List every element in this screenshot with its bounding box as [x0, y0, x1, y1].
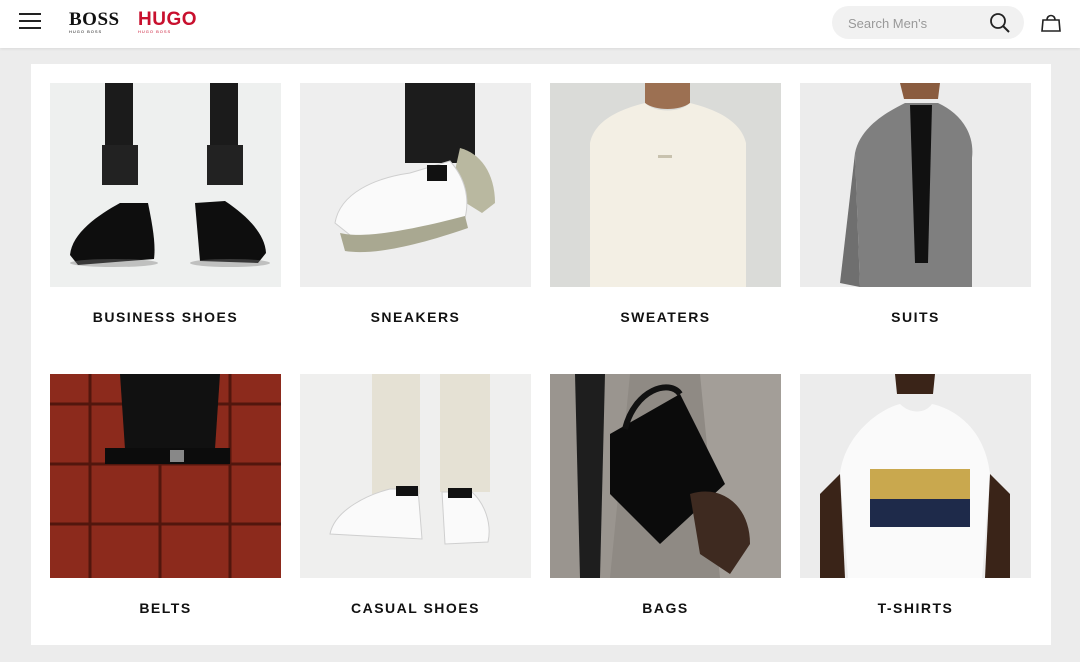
category-tile-bags[interactable]: BAGS [550, 374, 781, 616]
category-tile-t-shirts[interactable]: T-SHIRTS [800, 374, 1031, 616]
category-label: BUSINESS SHOES [92, 309, 239, 325]
belts-image [50, 374, 281, 578]
category-label: T-SHIRTS [877, 600, 954, 616]
top-header: BOSS HUGO BOSS HUGO HUGO BOSS [0, 0, 1080, 48]
search-box [832, 6, 1024, 39]
t-shirts-image [800, 374, 1031, 578]
suits-image [800, 83, 1031, 287]
category-label: BAGS [642, 600, 689, 616]
hamburger-icon[interactable] [19, 13, 41, 31]
category-tile-sneakers[interactable]: SNEAKERS [300, 83, 531, 325]
category-label: SUITS [891, 309, 940, 325]
sneakers-image [300, 83, 531, 287]
sweaters-image [550, 83, 781, 287]
category-label: BELTS [139, 600, 192, 616]
category-tile-casual-shoes[interactable]: CASUAL SHOES [300, 374, 531, 616]
bags-image [550, 374, 781, 578]
category-tile-suits[interactable]: SUITS [800, 83, 1031, 325]
shopping-bag-icon[interactable] [1040, 11, 1062, 33]
category-label: SNEAKERS [370, 309, 461, 325]
category-label: CASUAL SHOES [351, 600, 480, 616]
category-tile-belts[interactable]: BELTS [50, 374, 281, 616]
category-label: SWEATERS [620, 309, 711, 325]
category-tile-sweaters[interactable]: SWEATERS [550, 83, 781, 325]
search-input[interactable] [846, 12, 990, 35]
category-tile-business-shoes[interactable]: BUSINESS SHOES [50, 83, 281, 325]
boss-logo[interactable]: BOSS HUGO BOSS [69, 10, 120, 34]
search-icon[interactable] [989, 12, 1011, 34]
business-shoes-image [50, 83, 281, 287]
category-grid: BUSINESS SHOES SNEAKERS SWEATERS SUITS B… [31, 64, 1051, 645]
hugo-logo[interactable]: HUGO HUGO BOSS [138, 10, 197, 34]
casual-shoes-image [300, 374, 531, 578]
